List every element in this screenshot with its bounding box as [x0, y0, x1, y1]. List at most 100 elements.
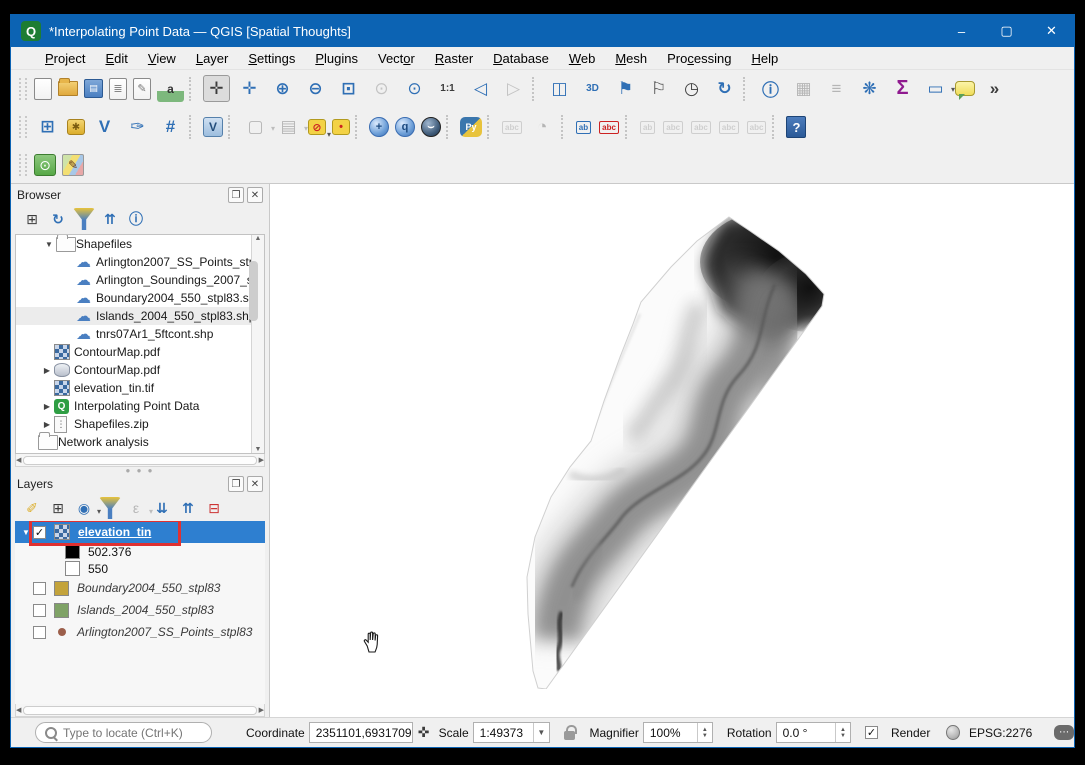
titlebar[interactable]: Q *Interpolating Point Data — QGIS [Spat… — [11, 15, 1074, 47]
render-checkbox[interactable]: ✓ — [865, 726, 878, 739]
scroll-right-icon[interactable]: ▶ — [259, 706, 264, 714]
new-map-view-icon[interactable]: ◫ — [546, 75, 573, 102]
style-manager-icon[interactable]: a — [157, 75, 184, 102]
browser-item-elevation-tin-tif[interactable]: elevation_tin.tif — [16, 379, 251, 397]
tree-expander-icon[interactable]: ▼ — [42, 240, 56, 249]
refresh-map-icon[interactable]: ↻ — [711, 75, 738, 102]
crs-globe-icon[interactable] — [946, 725, 960, 740]
menu-database[interactable]: Database — [483, 49, 559, 68]
scroll-down-icon[interactable]: ▼ — [255, 446, 262, 453]
spinner-arrows-icon[interactable]: ▲▼ — [697, 723, 712, 742]
menu-mesh[interactable]: Mesh — [605, 49, 657, 68]
deselect-all-layers-icon[interactable]: ⊘ — [308, 119, 326, 135]
browser-item-network-analysis[interactable]: Network analysis — [16, 433, 251, 451]
chevron-down-icon[interactable]: ▼ — [533, 723, 549, 742]
browser-item-contourmap-raster[interactable]: ContourMap.pdf — [16, 343, 251, 361]
legend-max[interactable]: 550 — [15, 560, 265, 577]
menu-view[interactable]: View — [138, 49, 186, 68]
layers-float-button[interactable]: ❐ — [228, 476, 244, 492]
map-tips-icon[interactable] — [955, 81, 975, 96]
browser-item-tnrs[interactable]: ☁tnrs07Ar1_5ftcont.shp — [16, 325, 251, 343]
zoom-native-icon[interactable]: 1:1 — [434, 75, 461, 102]
menu-layer[interactable]: Layer — [186, 49, 239, 68]
menu-edit[interactable]: Edit — [95, 49, 137, 68]
new-print-layout-icon[interactable]: ≣ — [109, 78, 127, 100]
scale-combo[interactable]: 1:49373 ▼ — [473, 722, 550, 743]
menu-plugins[interactable]: Plugins — [305, 49, 368, 68]
search-layers-icon[interactable]: q — [395, 117, 415, 137]
new-project-icon[interactable] — [34, 78, 52, 100]
toolbar-overflow-icon[interactable]: » — [981, 75, 1008, 102]
save-project-icon[interactable]: ▤ — [84, 79, 103, 98]
osm-place-search-icon[interactable]: ⌣ — [421, 117, 441, 137]
toolbar-grip[interactable] — [19, 116, 27, 138]
tree-expander-icon[interactable]: ▶ — [40, 402, 54, 411]
layers-close-button[interactable]: ✕ — [247, 476, 263, 492]
menu-project[interactable]: Project — [35, 49, 95, 68]
layer-styling-icon[interactable]: ✐ — [21, 497, 43, 519]
new-spatial-bookmark-icon[interactable]: ⚑ — [612, 75, 639, 102]
browser-item-boundary[interactable]: ☁Boundary2004_550_stpl83.shp — [16, 289, 251, 307]
minimize-button[interactable]: – — [939, 15, 984, 47]
refresh-browser-icon[interactable]: ↻ — [47, 208, 69, 230]
help-icon[interactable]: ? — [786, 116, 806, 138]
lock-scale-icon[interactable] — [564, 731, 576, 740]
close-button[interactable]: ✕ — [1029, 15, 1074, 47]
temporal-controller-icon[interactable]: ◷ — [678, 75, 705, 102]
identify-features-icon[interactable]: ⓘ — [757, 75, 784, 102]
toolbar-grip[interactable] — [19, 78, 27, 100]
manage-map-themes-icon[interactable]: ◉ — [73, 497, 95, 519]
zoom-to-layer-icon[interactable]: ⊙ — [401, 75, 428, 102]
browser-item-arlington-points[interactable]: ☁Arlington2007_SS_Points_stpl8 — [16, 253, 251, 271]
crs-status[interactable]: EPSG:2276 — [969, 726, 1032, 740]
new-shapefile-layer-icon[interactable]: V — [91, 114, 118, 141]
add-selected-layers-icon[interactable]: ⊞ — [21, 208, 43, 230]
layer-arlington-points[interactable]: Arlington2007_SS_Points_stpl83 — [15, 621, 265, 643]
menu-help[interactable]: Help — [741, 49, 788, 68]
tree-expander-icon[interactable]: ▶ — [40, 420, 54, 429]
maximize-button[interactable]: ▢ — [984, 15, 1029, 47]
new-mesh-layer-icon[interactable]: # — [157, 114, 184, 141]
new-geopackage-layer-icon[interactable]: ✱ — [67, 119, 85, 135]
qms-search-plugin-icon[interactable]: ⊙ — [34, 154, 56, 176]
coordinate-input[interactable]: 2351101,6931709 — [309, 722, 413, 743]
properties-widget-icon[interactable]: ⓘ — [125, 208, 147, 230]
zoom-last-icon[interactable]: ◁ — [467, 75, 494, 102]
browser-close-button[interactable]: ✕ — [247, 187, 263, 203]
show-statistics-icon[interactable]: Σ — [889, 75, 916, 102]
open-project-icon[interactable] — [58, 81, 78, 96]
locator-search[interactable] — [35, 722, 212, 743]
browser-item-shapefiles-zip[interactable]: ▶⋮Shapefiles.zip — [16, 415, 251, 433]
zoom-in-icon[interactable]: ⊕ — [269, 75, 296, 102]
add-group-icon[interactable]: ⊞ — [47, 497, 69, 519]
data-source-manager-icon[interactable]: ⊞ — [34, 114, 61, 141]
pan-map-icon[interactable]: ✛ — [203, 75, 230, 102]
magnifier-spinbox[interactable]: 100% ▲▼ — [643, 722, 713, 743]
layers-horizontal-scrollbar[interactable]: ◀▶ — [15, 704, 265, 717]
pin-labels-icon[interactable]: ab — [576, 121, 591, 134]
browser-item-project[interactable]: ▶QInterpolating Point Data — [16, 397, 251, 415]
new-3d-map-view-icon[interactable]: 3D — [579, 75, 606, 102]
browser-item-contourmap-db[interactable]: ▶ContourMap.pdf — [16, 361, 251, 379]
browser-item-shapefiles[interactable]: ▼Shapefiles — [16, 235, 251, 253]
menu-settings[interactable]: Settings — [238, 49, 305, 68]
menu-vector[interactable]: Vector — [368, 49, 425, 68]
show-bookmarks-icon[interactable]: ⚐ — [645, 75, 672, 102]
tree-expander-icon[interactable]: ▶ — [40, 366, 54, 375]
legend-min[interactable]: 502.376 — [15, 543, 265, 560]
expand-all-icon[interactable]: ⇊ — [151, 497, 173, 519]
filter-browser-icon[interactable] — [73, 208, 95, 230]
scroll-right-icon[interactable]: ▶ — [259, 456, 264, 464]
messages-icon[interactable]: ⋯ — [1054, 725, 1074, 740]
browser-item-arlington-soundings[interactable]: ☁Arlington_Soundings_2007_st — [16, 271, 251, 289]
menu-web[interactable]: Web — [559, 49, 606, 68]
measure-line-icon[interactable]: ▭ — [922, 75, 949, 102]
rotation-spinbox[interactable]: 0.0 ° ▲▼ — [776, 722, 851, 743]
scroll-up-icon[interactable]: ▲ — [255, 235, 262, 242]
highlight-labels-icon[interactable]: abc — [599, 121, 619, 134]
menu-processing[interactable]: Processing — [657, 49, 741, 68]
metasearch-icon[interactable]: + — [369, 117, 389, 137]
scroll-left-icon[interactable]: ◀ — [16, 456, 21, 464]
new-temporary-scratch-layer-icon[interactable]: V — [203, 117, 223, 137]
layer-visibility-checkbox[interactable] — [33, 604, 46, 617]
